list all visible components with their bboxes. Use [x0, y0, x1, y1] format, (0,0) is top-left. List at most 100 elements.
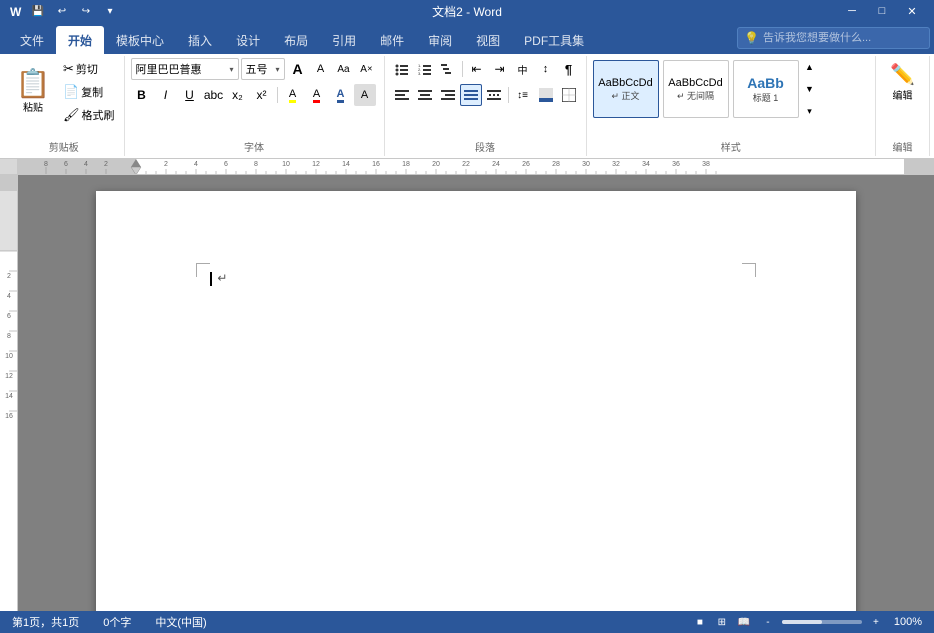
language[interactable]: 中文(中国): [151, 614, 210, 630]
zoom-out-button[interactable]: -: [758, 613, 778, 631]
styles-scroll-up-button[interactable]: ▲: [803, 58, 817, 76]
redo-button[interactable]: ↪: [76, 2, 96, 20]
svg-text:18: 18: [402, 161, 410, 168]
help-search-input[interactable]: [763, 32, 923, 44]
copy-icon: 📄: [63, 84, 79, 100]
tab-mailings[interactable]: 邮件: [368, 26, 416, 54]
tab-home[interactable]: 开始: [56, 26, 104, 54]
text-highlight-button[interactable]: A: [282, 84, 304, 106]
tab-layout[interactable]: 布局: [272, 26, 320, 54]
ruler-corner[interactable]: [0, 159, 18, 174]
decrease-font-size-button[interactable]: A: [310, 58, 332, 80]
copy-button[interactable]: 📄 复制: [60, 81, 118, 103]
styles-group-label: 样式: [587, 139, 876, 154]
style-normal[interactable]: AaBbCcDd ↵ 正文: [593, 60, 659, 118]
style-normal-preview: AaBbCcDd: [598, 77, 652, 89]
strikethrough-button[interactable]: abc: [203, 84, 225, 106]
paste-button[interactable]: 📋 粘贴: [10, 68, 56, 116]
clear-format-button[interactable]: A✕: [356, 58, 378, 80]
svg-text:4: 4: [84, 161, 88, 168]
font-size-dropdown[interactable]: 五号 ▾: [241, 58, 285, 80]
distribute-button[interactable]: [483, 84, 505, 106]
app-window: W 💾 ↩ ↪ ▾ 文档2 - Word ─ □ ✕ 文件 开始 模板中心 插入…: [0, 0, 934, 633]
title-bar-left: W 💾 ↩ ↪ ▾: [8, 2, 120, 20]
show-marks-button[interactable]: ¶: [558, 58, 580, 80]
italic-button[interactable]: I: [155, 84, 177, 106]
edit-group-button[interactable]: ✏️ 编辑: [882, 58, 923, 106]
zoom-slider[interactable]: [782, 620, 862, 624]
restore-button[interactable]: □: [868, 0, 896, 22]
tab-template[interactable]: 模板中心: [104, 26, 176, 54]
bold-button[interactable]: B: [131, 84, 153, 106]
align-left-button[interactable]: [391, 84, 413, 106]
multilevel-list-button[interactable]: [437, 58, 459, 80]
save-button[interactable]: 💾: [28, 2, 48, 20]
borders-button[interactable]: [558, 84, 580, 106]
svg-text:6: 6: [7, 313, 11, 320]
zoom-in-button[interactable]: +: [866, 613, 886, 631]
font-name-dropdown[interactable]: 阿里巴巴普惠 ▾: [131, 58, 239, 80]
undo-button[interactable]: ↩: [52, 2, 72, 20]
separator: [462, 61, 463, 77]
help-search-box[interactable]: 💡: [737, 27, 930, 49]
read-view-button[interactable]: 📖: [734, 613, 754, 631]
horizontal-ruler: 8 6 4 2 2 4: [18, 159, 934, 174]
page-info[interactable]: 第1页，共1页: [8, 614, 83, 630]
char-shading-button[interactable]: A: [354, 84, 376, 106]
svg-text:16: 16: [5, 413, 13, 420]
clipboard-group-label: 剪贴板: [4, 139, 124, 154]
underline-button[interactable]: U: [179, 84, 201, 106]
cut-button[interactable]: ✂ 剪切: [60, 58, 118, 80]
cut-label: 剪切: [76, 61, 98, 77]
format-painter-button[interactable]: 🖌 格式刷: [60, 104, 118, 126]
chinese-layout-button[interactable]: 中: [512, 58, 534, 80]
text-effect-button[interactable]: A: [330, 84, 352, 106]
document-page[interactable]: ↵: [96, 191, 856, 611]
styles-expand-button[interactable]: ▾: [803, 102, 817, 120]
close-button[interactable]: ✕: [898, 0, 926, 22]
tab-references[interactable]: 引用: [320, 26, 368, 54]
font-color-button[interactable]: A: [306, 84, 328, 106]
font-size-btns: A A Aa A✕: [287, 58, 378, 80]
styles-scroll-down-button[interactable]: ▼: [803, 80, 817, 98]
shading-button[interactable]: [535, 84, 557, 106]
customize-qat-button[interactable]: ▾: [100, 2, 120, 20]
numbering-button[interactable]: 1.2.3.: [414, 58, 436, 80]
subscript-button[interactable]: x₂: [227, 84, 249, 106]
paste-icon: 📋: [16, 70, 51, 98]
tab-pdf[interactable]: PDF工具集: [512, 26, 596, 54]
sort-button[interactable]: ↕: [535, 58, 557, 80]
separator: [277, 87, 278, 103]
justify-button[interactable]: [460, 84, 482, 106]
zoom-level[interactable]: 100%: [890, 616, 926, 628]
tab-file[interactable]: 文件: [8, 26, 56, 54]
style-heading1[interactable]: AaBb 标题 1: [733, 60, 799, 118]
tab-review[interactable]: 审阅: [416, 26, 464, 54]
style-no-spacing[interactable]: AaBbCcDd ↵ 无间隔: [663, 60, 729, 118]
center-button[interactable]: [414, 84, 436, 106]
style-heading1-name: 标题 1: [753, 91, 779, 104]
increase-indent-button[interactable]: ⇥: [489, 58, 511, 80]
svg-text:22: 22: [462, 161, 470, 168]
page-scroll-area[interactable]: ↵: [18, 175, 934, 611]
decrease-indent-button[interactable]: ⇤: [466, 58, 488, 80]
bullets-button[interactable]: [391, 58, 413, 80]
change-case-button[interactable]: Aa: [333, 58, 355, 80]
tab-insert[interactable]: 插入: [176, 26, 224, 54]
align-right-button[interactable]: [437, 84, 459, 106]
line-spacing-button[interactable]: ↕≡: [512, 84, 534, 106]
clipboard-content: 📋 粘贴 ✂ 剪切 📄 复制 🖌: [10, 58, 118, 140]
svg-text:8: 8: [7, 333, 11, 340]
word-count[interactable]: 0个字: [99, 614, 135, 630]
superscript-button[interactable]: x²: [251, 84, 273, 106]
edit-group-label: 编辑: [876, 139, 929, 154]
print-layout-view-button[interactable]: ■: [690, 613, 710, 631]
web-view-button[interactable]: ⊞: [712, 613, 732, 631]
increase-font-size-button[interactable]: A: [287, 58, 309, 80]
tab-view[interactable]: 视图: [464, 26, 512, 54]
minimize-button[interactable]: ─: [838, 0, 866, 22]
tab-design[interactable]: 设计: [224, 26, 272, 54]
svg-text:30: 30: [582, 161, 590, 168]
cursor-area[interactable]: ↵: [210, 271, 227, 286]
ribbon-tabs-row: 文件 开始 模板中心 插入 设计 布局 引用 邮件 审阅 视图 PDF工具集 💡: [0, 22, 934, 54]
